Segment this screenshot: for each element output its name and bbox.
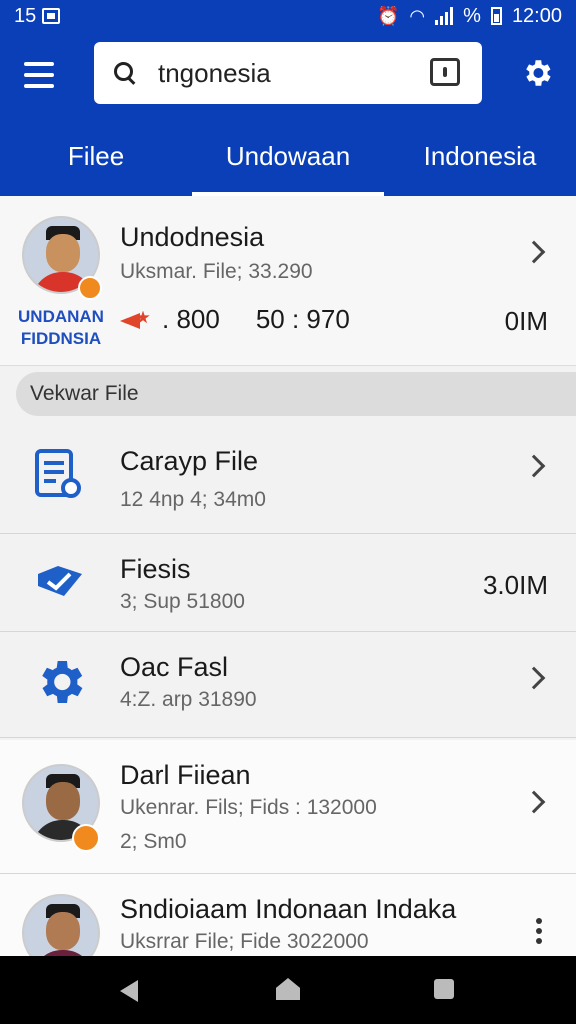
status-right: ⏰ ◠ % 12:00 [377,5,562,28]
app-bar: Filee Undowaan Indonesia [0,32,576,196]
featured-size: 0IM [504,306,548,336]
chevron-right-icon[interactable] [522,240,546,264]
featured-stat1: . 800 [162,304,220,334]
file-title: Oac Fasl [120,652,229,682]
status-left: 15 [14,4,61,28]
megaphone-icon [120,309,154,331]
file-subtitle: 3; Sup 51800 [120,590,245,613]
search-input[interactable] [158,57,408,89]
check-ticket-icon [38,566,82,596]
search-box[interactable] [94,42,482,104]
status-time: 12:00 [511,4,562,27]
hamburger-menu-icon[interactable] [24,62,54,88]
chevron-right-icon[interactable] [522,454,546,478]
file-subtitle: 12 4np 4; 34m0 [120,488,266,511]
list-item[interactable]: Sndioiaam Indonaan Indaka Uksrrar File; … [0,874,576,956]
featured-title: Undodnesia [120,222,265,252]
person-subtitle: Uksrrar File; Fide 3022000 [120,930,369,953]
person-name: Sndioiaam Indonaan Indaka [120,894,457,924]
signal-icon [435,7,454,25]
file-title: Carayp File [120,446,259,476]
person-subtitle-2: 2; Sm0 [120,830,187,853]
avatar [22,894,100,956]
voice-search-icon[interactable] [430,58,460,86]
org-label: UNDANAN FIDDNSIA [16,306,106,350]
home-icon[interactable] [276,978,300,1000]
list-item[interactable]: Fiesis 3; Sup 51800 3.0IM [0,534,576,632]
search-icon [112,60,138,86]
battery-percent: % [463,4,481,27]
recent-apps-icon[interactable] [434,979,454,999]
badge-icon [72,824,100,852]
person-subtitle: Ukenrar. Fils; Fids : 132000 [120,796,377,819]
section-header: Vekwar File [16,372,576,416]
settings-gear-icon[interactable] [520,56,554,90]
featured-stats: . 800 50 : 970 [120,304,350,335]
alarm-icon: ⏰ [377,5,400,26]
org-label-line2: FIDDNSIA [20,329,102,348]
list-item[interactable]: Darl Fiiean Ukenrar. Fils; Fids : 132000… [0,740,576,874]
wifi-icon: ◠ [409,5,426,26]
tab-undowaan[interactable]: Undowaan [192,134,384,196]
badge-icon [78,276,102,300]
back-icon[interactable] [120,980,138,1002]
status-number: 15 [14,4,37,27]
person-name: Darl Fiiean [120,760,251,790]
featured-stat2: 50 : 970 [255,304,350,334]
file-size: 3.0IM [482,570,548,600]
system-nav-bar [0,956,576,1024]
tab-filee[interactable]: Filee [0,134,192,196]
file-title: Fiesis [120,554,191,584]
tab-indonesia[interactable]: Indonesia [384,134,576,196]
gear-icon [42,661,83,703]
document-icon [35,449,81,498]
org-label-line1: UNDANAN [18,307,104,326]
chevron-right-icon[interactable] [522,666,546,690]
list-item[interactable]: Oac Fasl 4:Z. arp 31890 [0,632,576,738]
featured-subtitle: Uksmar. File; 33.290 [120,260,313,283]
status-bar: 15 ⏰ ◠ % 12:00 [0,0,576,32]
featured-card[interactable]: UNDANAN FIDDNSIA Undodnesia Uksmar. File… [0,196,576,366]
battery-icon [490,7,502,25]
more-options-icon[interactable] [536,918,542,948]
tab-bar: Filee Undowaan Indonesia [0,134,576,196]
chevron-right-icon[interactable] [522,790,546,814]
notification-icon [42,8,61,24]
list-item[interactable]: Carayp File 12 4np 4; 34m0 [0,418,576,534]
file-subtitle: 4:Z. arp 31890 [120,688,257,711]
